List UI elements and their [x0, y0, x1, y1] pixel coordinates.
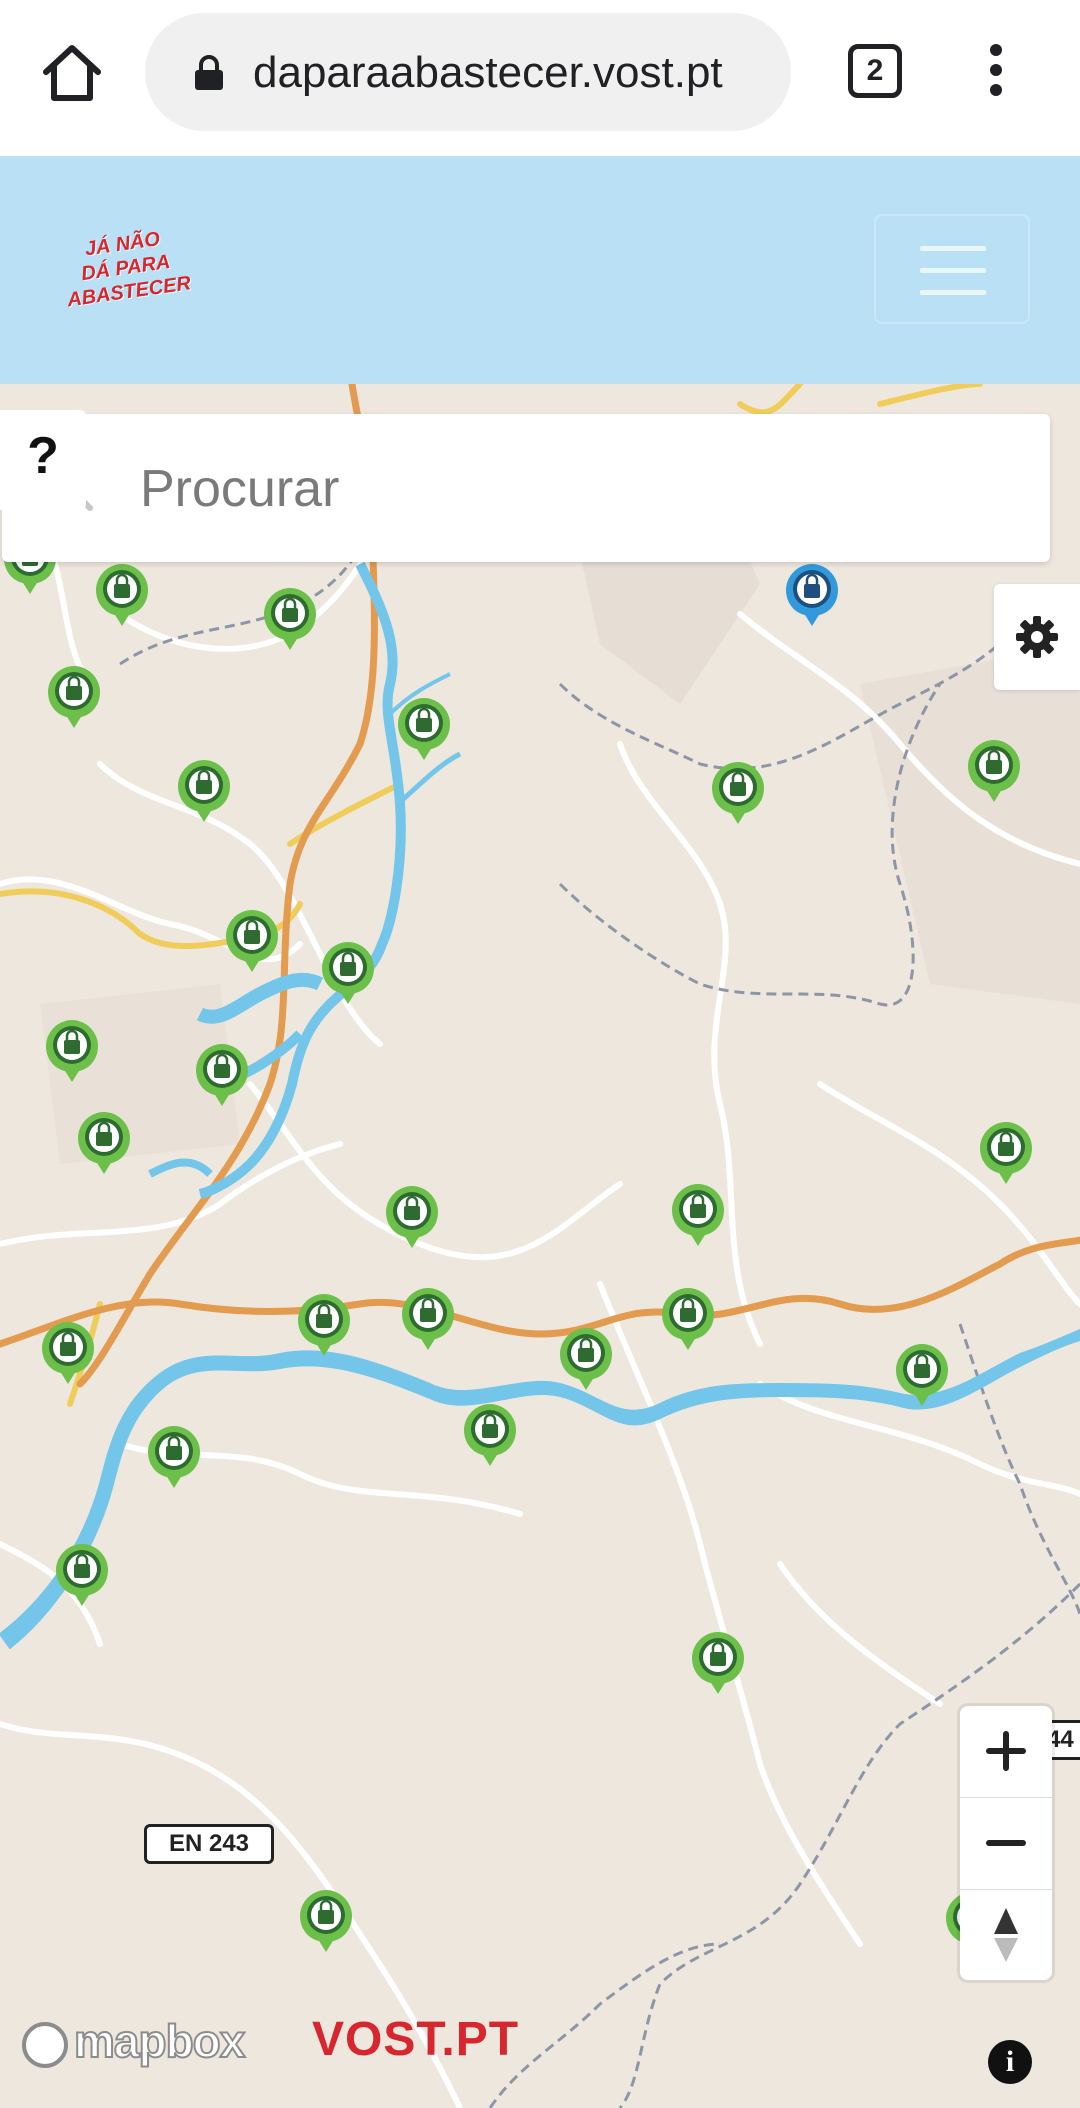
- station-marker[interactable]: [710, 760, 766, 826]
- station-marker[interactable]: [690, 1630, 746, 1696]
- more-vert-icon: [982, 44, 1010, 96]
- nav-toggle-button[interactable]: [874, 214, 1030, 324]
- gear-icon: [1016, 616, 1058, 658]
- route-label-en243: EN 243: [144, 1824, 274, 1864]
- tab-switcher-button[interactable]: 2: [848, 44, 902, 98]
- attribution-info-button[interactable]: i: [988, 2040, 1032, 2084]
- address-bar[interactable]: daparaabastecer.vost.pt: [145, 13, 791, 131]
- station-marker[interactable]: [296, 1292, 352, 1358]
- mapbox-logo[interactable]: mapbox: [22, 2014, 246, 2074]
- plus-icon: [986, 1731, 1026, 1771]
- map-view[interactable]: EN 243 44 ?: [0, 384, 1080, 2108]
- browser-toolbar: daparaabastecer.vost.pt 2: [0, 0, 1080, 156]
- map-controls: [960, 1706, 1052, 1980]
- station-marker[interactable]: [320, 940, 376, 1006]
- search-input[interactable]: [138, 448, 1022, 530]
- home-icon: [43, 45, 101, 101]
- site-header: JÁ NÃO DÁ PARA ABASTECER: [0, 156, 1080, 384]
- mapbox-wordmark: mapbox: [73, 2014, 246, 2068]
- station-marker[interactable]: [978, 1120, 1034, 1186]
- station-marker[interactable]: [558, 1326, 614, 1392]
- station-marker[interactable]: [54, 1542, 110, 1608]
- mapbox-mark-icon: [22, 2021, 68, 2068]
- station-marker[interactable]: [384, 1184, 440, 1250]
- compass-button[interactable]: [960, 1890, 1052, 1980]
- url-text: daparaabastecer.vost.pt: [253, 48, 723, 97]
- help-button[interactable]: ?: [0, 410, 86, 510]
- station-marker[interactable]: [894, 1342, 950, 1408]
- zoom-out-button[interactable]: [960, 1798, 1052, 1888]
- minus-icon: [986, 1840, 1026, 1846]
- site-logo[interactable]: JÁ NÃO DÁ PARA ABASTECER: [46, 222, 207, 332]
- station-marker-blue[interactable]: [784, 562, 840, 628]
- station-marker[interactable]: [40, 1320, 96, 1386]
- station-marker[interactable]: [298, 1888, 354, 1954]
- station-marker[interactable]: [660, 1286, 716, 1352]
- station-marker[interactable]: [44, 1018, 100, 1084]
- lock-icon: [195, 55, 223, 90]
- zoom-in-button[interactable]: [960, 1706, 1052, 1796]
- station-marker[interactable]: [462, 1402, 518, 1468]
- station-marker[interactable]: [146, 1424, 202, 1490]
- settings-button[interactable]: [994, 584, 1080, 690]
- station-marker[interactable]: [262, 586, 318, 652]
- station-marker[interactable]: [400, 1286, 456, 1352]
- station-marker[interactable]: [224, 908, 280, 974]
- station-marker[interactable]: [966, 738, 1022, 804]
- station-marker[interactable]: [670, 1182, 726, 1248]
- station-marker[interactable]: [176, 758, 232, 824]
- station-marker[interactable]: [76, 1110, 132, 1176]
- compass-icon: [994, 1908, 1018, 1962]
- station-marker[interactable]: [396, 696, 452, 762]
- station-marker[interactable]: [194, 1042, 250, 1108]
- browser-menu-button[interactable]: [982, 44, 1010, 100]
- station-marker[interactable]: [94, 562, 150, 628]
- station-marker[interactable]: [46, 664, 102, 730]
- vost-logo[interactable]: VOST.PT: [312, 2012, 519, 2076]
- home-button[interactable]: [38, 38, 106, 106]
- search-box: [2, 414, 1050, 562]
